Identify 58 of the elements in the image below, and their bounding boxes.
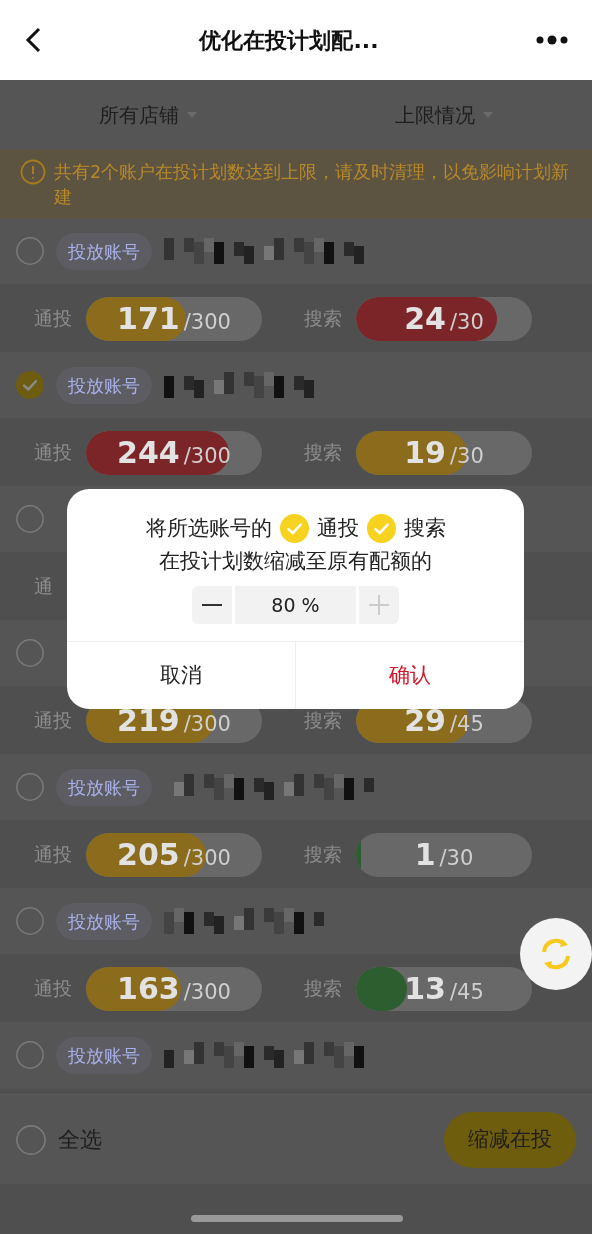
stat-label: 搜索: [304, 976, 343, 1002]
stat-label: 搜索: [304, 306, 343, 332]
percent-field[interactable]: 80 %: [235, 586, 356, 624]
option-label: 搜索: [403, 515, 446, 542]
stat-label: 搜索: [304, 708, 343, 734]
quota-used: 171: [117, 303, 180, 334]
quota-used: 13: [404, 973, 446, 1004]
checked-checkbox-icon[interactable]: [366, 514, 396, 544]
stat-label: 通投: [34, 708, 73, 734]
cancel-button[interactable]: 取消: [67, 642, 296, 709]
minus-icon: [202, 604, 222, 606]
account-tag: 投放账号: [56, 902, 152, 940]
quota-used: 163: [117, 973, 180, 1004]
quota-total: /30: [449, 446, 484, 467]
stat-label: 通投: [34, 976, 73, 1002]
stat-label: 搜索: [304, 842, 343, 868]
quota-used: 1: [414, 839, 436, 870]
quota-used: 205: [117, 839, 180, 870]
unchecked-checkbox-icon[interactable]: [16, 237, 44, 265]
unchecked-checkbox-icon[interactable]: [16, 1041, 44, 1069]
unchecked-checkbox-icon[interactable]: [16, 907, 44, 935]
account-tag: 投放账号: [56, 768, 152, 806]
select-all-label: 全选: [58, 1126, 102, 1154]
warning-text: 共有2个账户在投计划数达到上限，请及时清理，以免影响计划新建: [54, 161, 571, 209]
quota-total: /30: [439, 848, 474, 869]
quota-total: /300: [183, 446, 231, 467]
stat-label: 通投: [34, 842, 73, 868]
quota-used: 24: [404, 303, 446, 334]
stat-label: 通投: [34, 306, 73, 332]
account-tag: 投放账号: [56, 232, 152, 270]
unchecked-checkbox-icon[interactable]: [16, 505, 44, 533]
page-title: 优化在投计划配...: [197, 26, 380, 55]
quota-total: /300: [183, 714, 231, 735]
unchecked-checkbox-icon[interactable]: [16, 1124, 46, 1155]
option-label: 通投: [316, 515, 359, 542]
minus-button[interactable]: [192, 586, 232, 624]
more-icon[interactable]: [536, 35, 568, 45]
stat-label: 通: [34, 574, 54, 600]
quota-used: 19: [404, 437, 446, 468]
account-tag: 投放账号: [56, 366, 152, 404]
stat-label: 搜索: [304, 440, 343, 466]
dialog-text: 在投计划数缩减至原有配额的: [158, 547, 433, 575]
back-icon[interactable]: [24, 26, 42, 54]
quota-total: /45: [449, 982, 484, 1003]
account-tag: 投放账号: [56, 1036, 152, 1074]
checked-checkbox-icon[interactable]: [279, 514, 309, 544]
quota-total: /30: [449, 312, 484, 333]
plus-icon: [369, 595, 389, 615]
warning-icon: [20, 159, 46, 185]
dialog-text: 将所选账号的: [145, 515, 272, 542]
quota-total: /45: [449, 714, 484, 735]
checked-checkbox-icon[interactable]: [16, 371, 44, 399]
unchecked-checkbox-icon[interactable]: [16, 639, 44, 667]
quota-total: /300: [183, 312, 231, 333]
unchecked-checkbox-icon[interactable]: [16, 773, 44, 801]
quota-total: /300: [183, 982, 231, 1003]
stat-label: 通投: [34, 440, 73, 466]
quota-used: 244: [117, 437, 180, 468]
